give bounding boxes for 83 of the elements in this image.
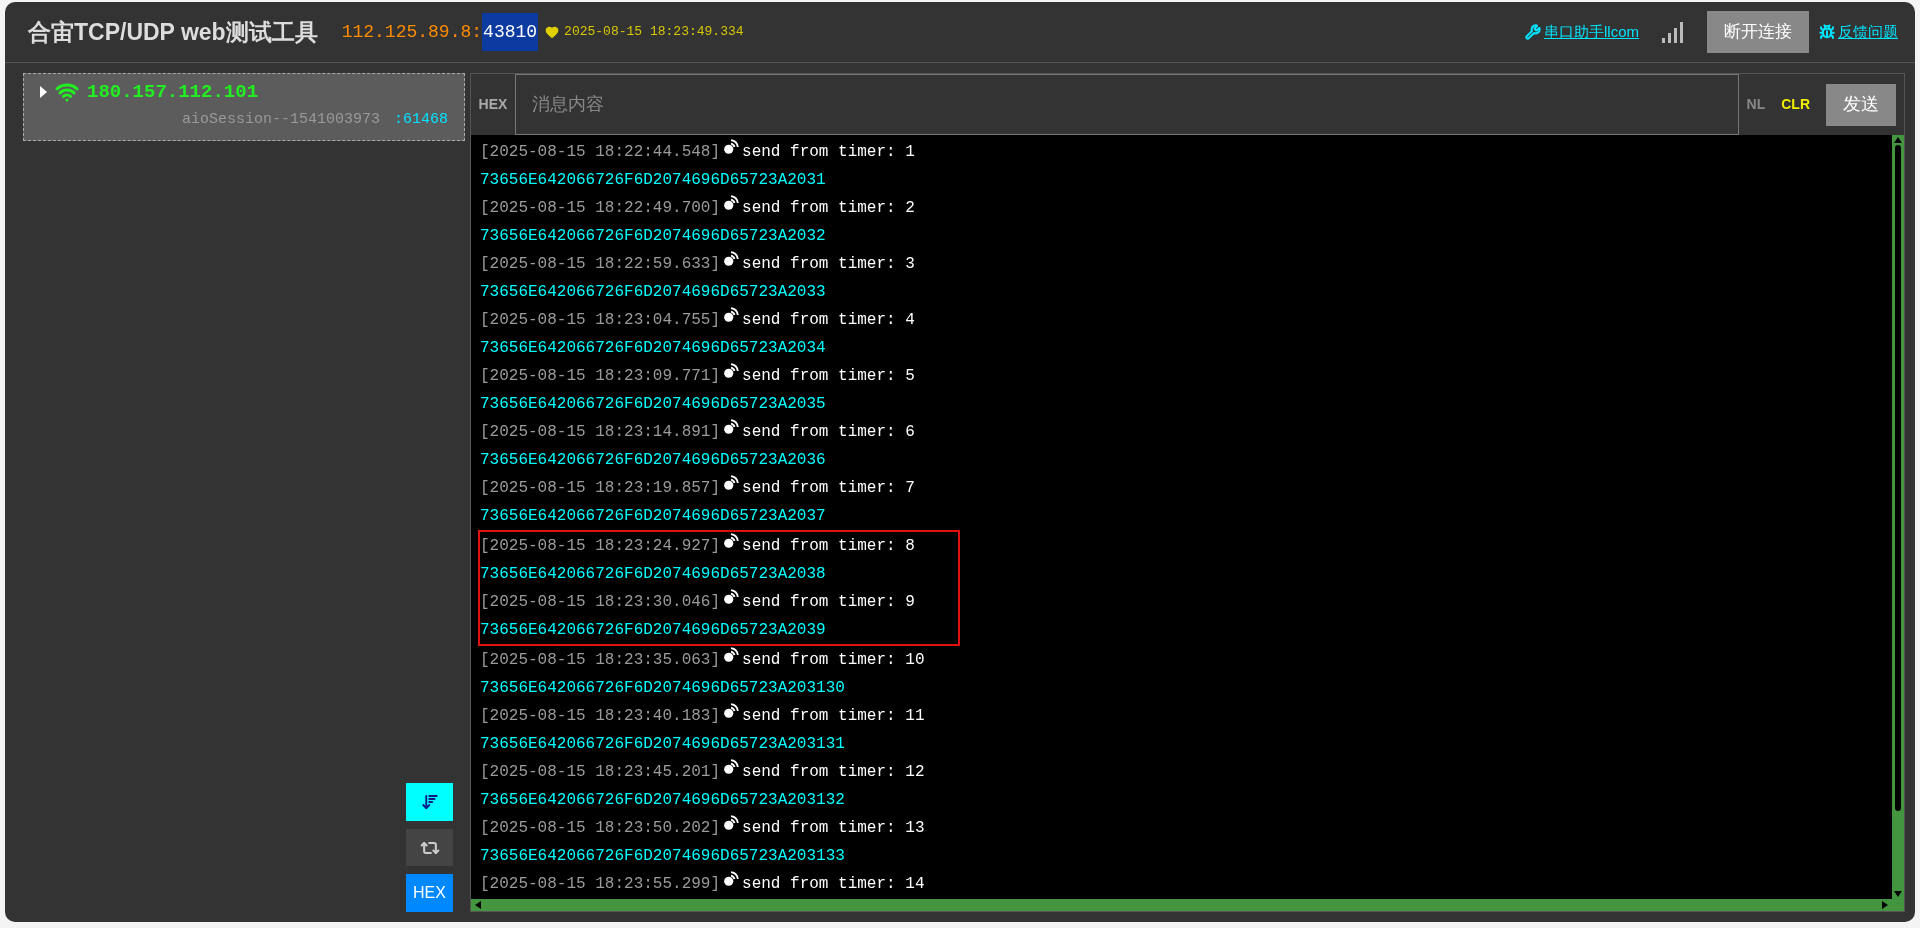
log-hex-data: 73656E642066726F6D2074696D65723A2031	[480, 170, 826, 191]
satellite-dish-icon	[723, 195, 740, 211]
log-message: send from timer: 6	[742, 422, 915, 443]
heart-icon	[545, 25, 560, 39]
log-message: send from timer: 4	[742, 310, 915, 331]
log-message: send from timer: 7	[742, 478, 915, 499]
expand-caret-icon[interactable]	[40, 86, 47, 99]
log-message: send from timer: 9	[742, 592, 915, 613]
log-message: send from timer: 12	[742, 762, 925, 783]
client-ip: 180.157.112.101	[87, 80, 259, 105]
satellite-dish-icon	[723, 363, 740, 379]
satellite-dish-icon	[723, 419, 740, 435]
satellite-dish-icon	[723, 815, 740, 831]
scrollbar-thumb[interactable]	[1895, 145, 1901, 811]
satellite-dish-icon	[723, 139, 740, 155]
log-hex-data: 73656E642066726F6D2074696D65723A203131	[480, 734, 845, 755]
wrench-icon	[1525, 24, 1541, 40]
heartbeat-time: 2025-08-15 18:23:49.334	[564, 23, 744, 42]
log-message: send from timer: 8	[742, 536, 915, 557]
log-hex-data: 73656E642066726F6D2074696D65723A2035	[480, 394, 826, 415]
serial-tool-link[interactable]: 串口助手llcom	[1544, 20, 1639, 44]
log-message: send from timer: 14	[742, 874, 925, 895]
port-number: 43810	[482, 13, 539, 51]
satellite-dish-icon	[723, 589, 740, 605]
log-timestamp: [2025-08-15 18:23:35.063]	[480, 650, 721, 671]
log-message: send from timer: 11	[742, 706, 925, 727]
message-input[interactable]: 消息内容	[515, 74, 1739, 135]
log-message: send from timer: 1	[742, 142, 915, 163]
log-hex-data: 73656E642066726F6D2074696D65723A2033	[480, 282, 826, 303]
log-hex-data: 73656E642066726F6D2074696D65723A2038	[480, 564, 826, 585]
log-timestamp: [2025-08-15 18:23:09.771]	[480, 366, 721, 387]
log-timestamp: [2025-08-15 18:22:49.700]	[480, 198, 721, 219]
satellite-dish-icon	[723, 475, 740, 491]
log-timestamp: [2025-08-15 18:23:50.202]	[480, 818, 721, 839]
clear-button[interactable]: CLR	[1781, 94, 1810, 115]
log-timestamp: [2025-08-15 18:22:44.548]	[480, 142, 721, 163]
feedback-link[interactable]: 反馈问题	[1838, 20, 1898, 44]
newline-toggle[interactable]: NL	[1746, 94, 1766, 115]
log-timestamp: [2025-08-15 18:23:14.891]	[480, 422, 721, 443]
satellite-dish-icon	[723, 759, 740, 775]
session-card[interactable]: 180.157.112.101 aioSession--1541003973 :61468	[23, 73, 465, 141]
log-message: send from timer: 3	[742, 254, 915, 275]
log-message: send from timer: 13	[742, 818, 925, 839]
satellite-dish-icon	[723, 647, 740, 663]
hex-toggle[interactable]: HEX	[406, 874, 453, 912]
log-message: send from timer: 5	[742, 366, 915, 387]
log-hex-data: 73656E642066726F6D2074696D65723A2037	[480, 506, 826, 527]
log-hex-data: 73656E642066726F6D2074696D65723A2036	[480, 450, 826, 471]
horizontal-scrollbar[interactable]	[471, 899, 1904, 911]
log-timestamp: [2025-08-15 18:23:04.755]	[480, 310, 721, 331]
satellite-dish-icon	[723, 871, 740, 887]
app-title: 合宙TCP/UDP web测试工具	[28, 17, 318, 47]
log-message: send from timer: 2	[742, 198, 915, 219]
log-hex-data: 73656E642066726F6D2074696D65723A2039	[480, 620, 826, 641]
log-timestamp: [2025-08-15 18:23:24.927]	[480, 536, 721, 557]
satellite-dish-icon	[723, 703, 740, 719]
autoscroll-toggle[interactable]	[406, 783, 453, 821]
log-timestamp: [2025-08-15 18:23:45.201]	[480, 762, 721, 783]
signal-bars-icon	[1661, 20, 1685, 44]
log-timestamp: [2025-08-15 18:22:59.633]	[480, 254, 721, 275]
hex-mode-label[interactable]: HEX	[471, 94, 515, 115]
log-message: send from timer: 10	[742, 650, 925, 671]
vertical-scrollbar[interactable]	[1892, 135, 1904, 899]
sort-down-icon	[420, 793, 439, 811]
log-timestamp: [2025-08-15 18:23:40.183]	[480, 706, 721, 727]
log-hex-data: 73656E642066726F6D2074696D65723A2032	[480, 226, 826, 247]
send-button[interactable]: 发送	[1826, 83, 1896, 126]
log-hex-data: 73656E642066726F6D2074696D65723A2034	[480, 338, 826, 359]
host-address: 112.125.89.8:	[341, 20, 483, 44]
log-hex-data: 73656E642066726F6D2074696D65723A203132	[480, 790, 845, 811]
log-hex-data: 73656E642066726F6D2074696D65723A203133	[480, 846, 845, 867]
satellite-dish-icon	[723, 251, 740, 267]
satellite-dish-icon	[723, 307, 740, 323]
log-timestamp: [2025-08-15 18:23:30.046]	[480, 592, 721, 613]
disconnect-button[interactable]: 断开连接	[1707, 11, 1809, 53]
loop-toggle[interactable]	[406, 829, 453, 866]
log-hex-data: 73656E642066726F6D2074696D65723A203130	[480, 678, 845, 699]
client-port: :61468	[394, 109, 448, 130]
session-name: aioSession--1541003973	[181, 109, 380, 130]
bug-icon	[1819, 24, 1835, 40]
log-timestamp: [2025-08-15 18:23:55.299]	[480, 874, 721, 895]
log-timestamp: [2025-08-15 18:23:19.857]	[480, 478, 721, 499]
satellite-dish-icon	[723, 533, 740, 549]
